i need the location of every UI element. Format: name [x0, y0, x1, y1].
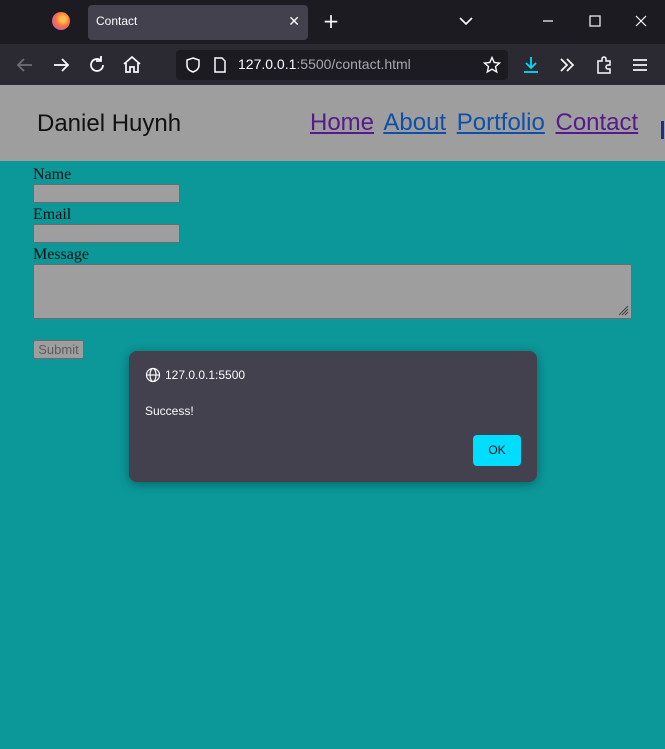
- alert-dialog: 127.0.0.1:5500 Success! OK: [129, 351, 537, 482]
- dialog-origin: 127.0.0.1:5500: [165, 368, 246, 382]
- new-tab-button[interactable]: +: [320, 10, 342, 32]
- globe-icon: [145, 367, 161, 383]
- bookmark-star-icon[interactable]: [483, 56, 501, 74]
- page-icon[interactable]: [212, 56, 228, 74]
- nav-link-portfolio[interactable]: Portfolio: [457, 109, 545, 136]
- email-input[interactable]: [33, 224, 180, 243]
- list-all-tabs-icon[interactable]: [457, 12, 475, 30]
- submit-button[interactable]: Submit: [33, 340, 84, 359]
- browser-tab-strip: Contact ✕ +: [0, 0, 665, 44]
- home-icon[interactable]: [120, 53, 144, 77]
- browser-toolbar: 127.0.0.1:5500/contact.html: [0, 44, 665, 85]
- tab-contact[interactable]: Contact ✕: [88, 5, 308, 40]
- close-window-icon[interactable]: [631, 10, 651, 32]
- download-icon[interactable]: [519, 53, 543, 77]
- ok-button[interactable]: OK: [473, 435, 521, 466]
- resize-grip-icon[interactable]: [617, 304, 629, 316]
- url-host: 127.0.0.1: [238, 56, 297, 72]
- site-nav: Home About Portfolio Contact: [310, 109, 642, 137]
- extensions-icon[interactable]: [592, 53, 616, 77]
- email-label: Email: [33, 206, 72, 223]
- menu-icon[interactable]: [628, 53, 652, 77]
- name-label: Name: [33, 166, 72, 183]
- message-textarea[interactable]: [33, 264, 632, 319]
- forward-icon[interactable]: [49, 53, 73, 77]
- message-label: Message: [33, 246, 89, 263]
- tab-close-icon[interactable]: ✕: [288, 12, 300, 32]
- header-edge-divider: [661, 121, 664, 139]
- firefox-logo-icon[interactable]: [52, 12, 70, 30]
- shield-icon[interactable]: [184, 56, 202, 74]
- reload-icon[interactable]: [85, 53, 109, 77]
- tab-title: Contact: [96, 14, 138, 28]
- back-icon[interactable]: [13, 53, 37, 77]
- site-header: Daniel Huynh Home About Portfolio Contac…: [0, 85, 665, 161]
- nav-link-contact[interactable]: Contact: [555, 109, 638, 136]
- minimize-icon[interactable]: [538, 10, 558, 32]
- url-path: :5500/contact.html: [296, 56, 411, 72]
- nav-link-home[interactable]: Home: [310, 109, 374, 136]
- name-input[interactable]: [33, 184, 180, 203]
- site-brand: Daniel Huynh: [37, 110, 182, 137]
- maximize-icon[interactable]: [585, 10, 605, 32]
- nav-link-about[interactable]: About: [383, 109, 446, 136]
- url-bar[interactable]: 127.0.0.1:5500/contact.html: [176, 50, 508, 80]
- overflow-icon[interactable]: [555, 53, 579, 77]
- url-text[interactable]: 127.0.0.1:5500/contact.html: [238, 56, 411, 72]
- dialog-message: Success!: [145, 404, 194, 418]
